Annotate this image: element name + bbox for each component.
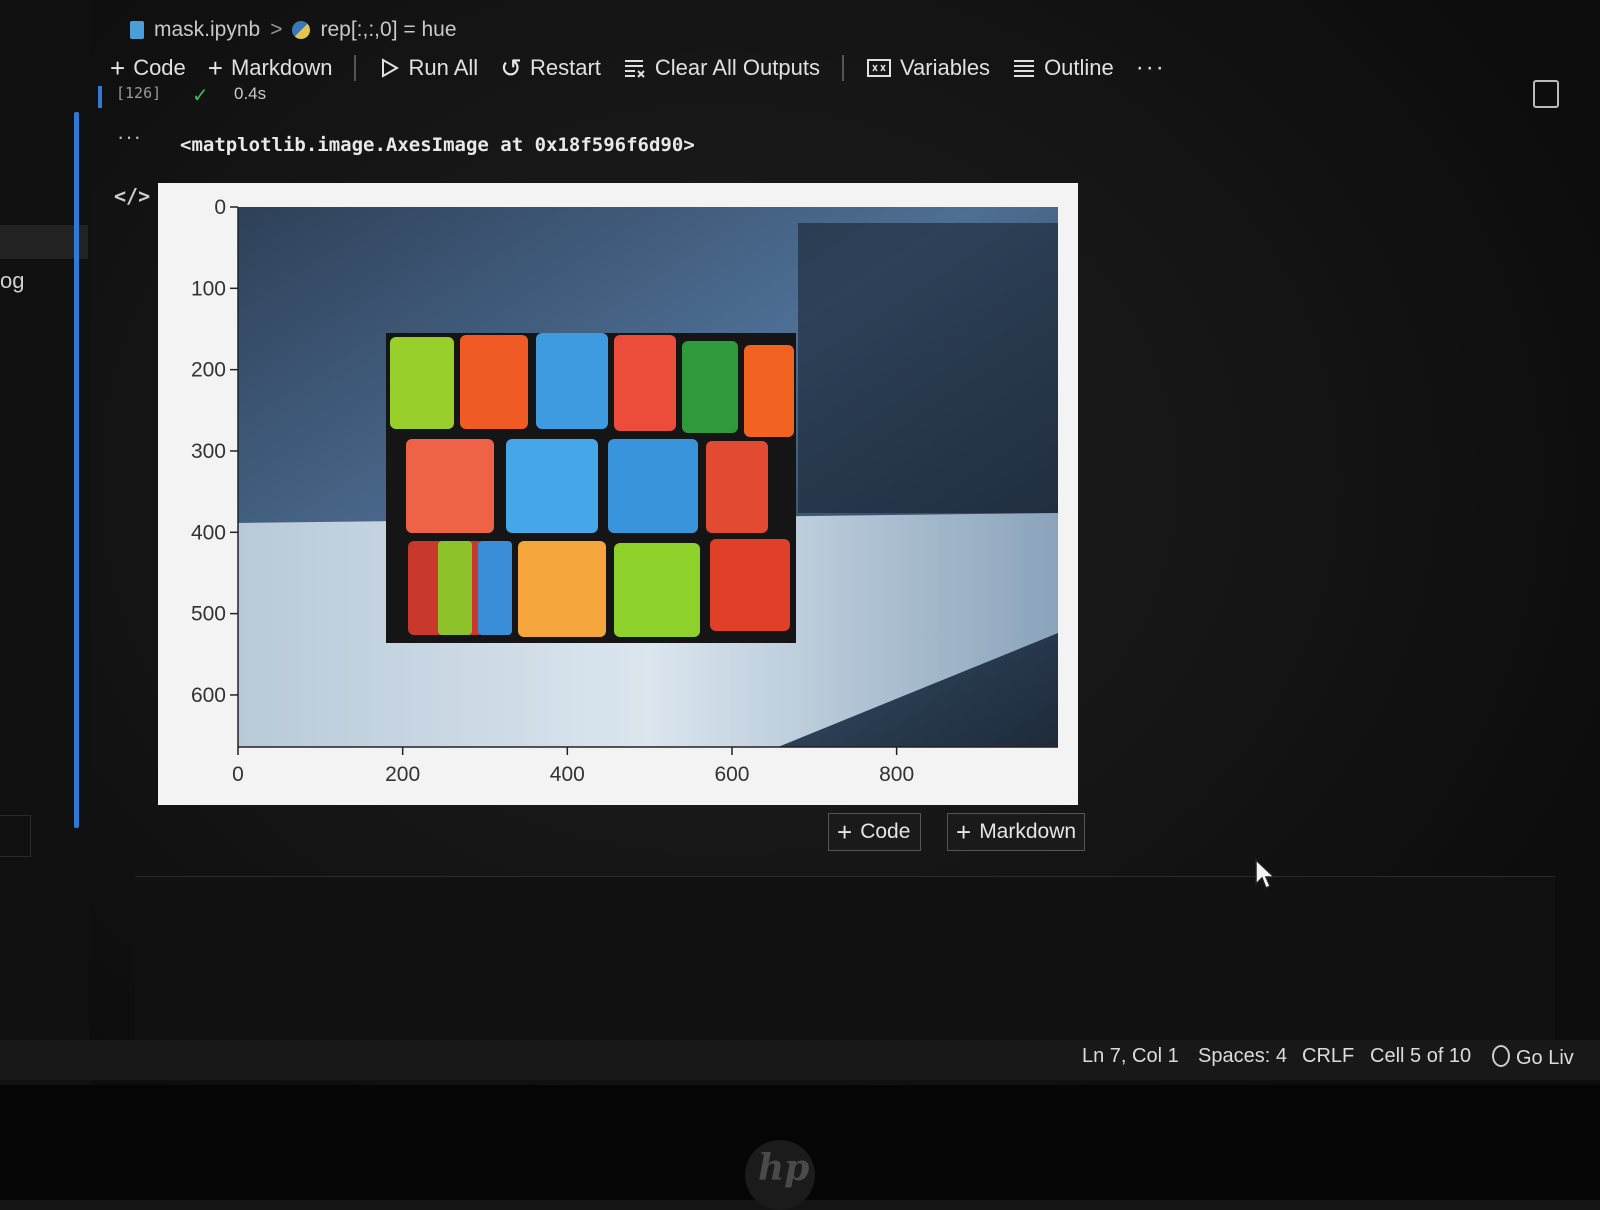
x-tick-label: 400 bbox=[550, 763, 585, 786]
status-cursor-position[interactable]: Ln 7, Col 1 bbox=[1082, 1045, 1179, 1068]
hp-logo-text: hp bbox=[758, 1147, 810, 1189]
variables-icon bbox=[866, 59, 891, 77]
y-tick-label: 0 bbox=[214, 196, 226, 219]
go-live-label: Go Liv bbox=[1516, 1047, 1574, 1069]
status-bar bbox=[0, 1040, 1600, 1080]
status-go-live[interactable]: Go Liv bbox=[1492, 1045, 1574, 1070]
run-all-icon bbox=[382, 58, 400, 78]
cell-output-text: <matplotlib.image.AxesImage at 0x18f596f… bbox=[180, 134, 695, 156]
plus-icon: + bbox=[207, 53, 223, 83]
more-actions-button[interactable]: ··· bbox=[1136, 54, 1166, 82]
output-actions-icon[interactable]: ··· bbox=[117, 124, 142, 150]
y-tick-label: 200 bbox=[191, 359, 226, 382]
y-tick-label: 500 bbox=[191, 603, 226, 626]
restart-label: Restart bbox=[529, 55, 601, 80]
output-code-icon[interactable]: </> bbox=[114, 184, 150, 208]
notebook-file-icon bbox=[130, 21, 144, 39]
notebook-toolbar: + Code + Markdown Run All ↺ Restart Clea… bbox=[110, 54, 1166, 82]
variables-label: Variables bbox=[899, 55, 991, 80]
plus-icon: + bbox=[110, 53, 126, 83]
check-icon: ✓ bbox=[192, 85, 209, 107]
next-cell[interactable] bbox=[135, 876, 1555, 1047]
add-markdown-below-label: Markdown bbox=[979, 820, 1077, 843]
variables-button[interactable]: Variables bbox=[866, 55, 990, 81]
status-indentation[interactable]: Spaces: 4 bbox=[1198, 1045, 1287, 1068]
x-ticks: 0 200 400 600 800 bbox=[232, 747, 914, 786]
run-all-button[interactable]: Run All bbox=[378, 55, 478, 81]
x-tick-label: 800 bbox=[879, 763, 914, 786]
x-tick-label: 200 bbox=[385, 763, 420, 786]
y-tick-label: 100 bbox=[191, 277, 226, 300]
plus-icon: + bbox=[956, 817, 972, 847]
y-ticks: 0 100 200 300 400 500 600 bbox=[191, 196, 238, 707]
broadcast-icon bbox=[1492, 1045, 1510, 1067]
clear-outputs-icon bbox=[624, 60, 645, 78]
add-markdown-cell-below-button[interactable]: + Markdown bbox=[947, 813, 1085, 851]
x-tick-label: 600 bbox=[714, 763, 749, 786]
breadcrumb-separator: > bbox=[270, 18, 283, 41]
explorer-item-label[interactable]: og bbox=[0, 268, 24, 294]
add-code-label: Code bbox=[133, 55, 186, 80]
plot-svg: 0 100 200 300 400 500 600 0 200 400 600 800 bbox=[191, 196, 1058, 786]
clear-outputs-label: Clear All Outputs bbox=[654, 55, 820, 80]
breadcrumb: mask.ipynb > rep[:,:,0] = hue bbox=[130, 18, 457, 42]
breadcrumb-symbol[interactable]: rep[:,:,0] = hue bbox=[320, 18, 456, 42]
explorer-panel-box bbox=[0, 815, 31, 857]
breadcrumb-file[interactable]: mask.ipynb bbox=[154, 18, 260, 42]
status-eol[interactable]: CRLF bbox=[1302, 1045, 1354, 1068]
x-tick-label: 0 bbox=[232, 763, 244, 786]
add-code-cell-below-button[interactable]: + Code bbox=[828, 813, 921, 851]
y-tick-label: 600 bbox=[191, 684, 226, 707]
plus-icon: + bbox=[837, 817, 853, 847]
restart-icon: ↺ bbox=[500, 53, 522, 83]
toolbar-divider bbox=[354, 55, 357, 81]
run-all-label: Run All bbox=[408, 55, 479, 80]
mouse-cursor-icon bbox=[1255, 858, 1276, 890]
cell-focus-bar bbox=[74, 112, 79, 828]
status-cell-info[interactable]: Cell 5 of 10 bbox=[1370, 1045, 1471, 1068]
execution-time: 0.4s bbox=[234, 84, 267, 103]
add-code-below-label: Code bbox=[860, 820, 911, 843]
add-markdown-label: Markdown bbox=[230, 55, 333, 80]
outline-button[interactable]: Outline bbox=[1012, 55, 1114, 81]
y-tick-label: 300 bbox=[191, 440, 226, 463]
matplotlib-figure: 0 100 200 300 400 500 600 0 200 400 600 800 bbox=[158, 183, 1078, 805]
kernel-icon[interactable] bbox=[1533, 80, 1559, 108]
add-code-cell-button[interactable]: + Code bbox=[110, 55, 186, 81]
python-icon bbox=[292, 21, 311, 39]
add-markdown-cell-button[interactable]: + Markdown bbox=[208, 55, 333, 81]
rubiks-cube-photo bbox=[238, 207, 1058, 747]
y-tick-label: 400 bbox=[191, 521, 226, 544]
execution-count: [126] bbox=[116, 84, 162, 102]
toolbar-divider bbox=[841, 55, 844, 81]
outline-icon bbox=[1014, 60, 1035, 77]
restart-button[interactable]: ↺ Restart bbox=[500, 55, 601, 81]
outline-label: Outline bbox=[1044, 55, 1114, 80]
clear-all-outputs-button[interactable]: Clear All Outputs bbox=[623, 55, 820, 81]
cell-focus-indicator bbox=[98, 86, 102, 108]
